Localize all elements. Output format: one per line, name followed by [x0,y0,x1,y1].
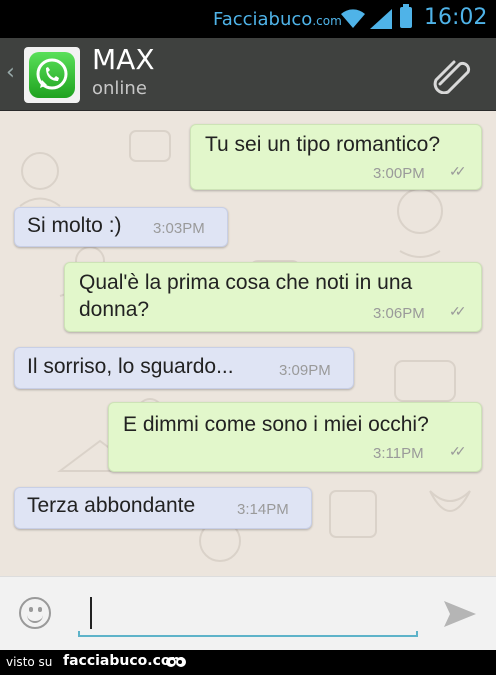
message-incoming[interactable]: Si molto :) 3:03PM [14,207,228,247]
wifi-icon [341,9,365,28]
message-input-bar [0,576,496,651]
message-text: Il sorriso, lo sguardo... [27,355,234,378]
signal-icon [370,9,392,29]
message-time: 3:14PM [237,501,289,518]
back-chevron-icon[interactable]: ‹ [6,60,15,85]
message-text: Tu sei un tipo romantico? [205,133,441,156]
double-check-icon: ✓✓ [449,303,467,319]
double-check-icon: ✓✓ [449,163,467,179]
message-text: Si molto :) [27,214,122,237]
message-text: Terza abbondante [27,494,196,517]
eyes-icon [166,657,186,667]
message-time: 3:09PM [279,362,331,379]
message-time: 3:03PM [153,220,205,237]
message-incoming[interactable]: Terza abbondante 3:14PM [14,487,312,529]
conversation-header[interactable]: ‹ MAX online [0,38,496,111]
brand-name: Facciabuco [213,9,313,30]
message-time: 3:00PM [373,165,425,182]
status-bar: Facciabuco.com 16:02 [0,0,496,38]
input-underline [78,631,418,637]
message-outgoing[interactable]: Qual'è la prima cosa che noti in una don… [64,262,482,332]
message-outgoing[interactable]: Tu sei un tipo romantico? 3:00PM ✓✓ [190,124,482,190]
clock: 16:02 [424,5,488,30]
send-arrow-icon[interactable] [442,599,478,629]
contact-name[interactable]: MAX [92,43,155,76]
brand-suffix: .com [312,14,342,28]
text-cursor [90,597,92,629]
smiley-icon[interactable] [19,597,51,629]
message-text-line-1: Qual'è la prima cosa che noti in una [79,271,413,294]
footer-prefix: visto su [6,655,53,669]
message-text-line-2: donna? [79,298,150,321]
paperclip-icon[interactable] [430,54,476,94]
message-time: 3:06PM [373,305,425,322]
message-outgoing[interactable]: E dimmi come sono i miei occhi? 3:11PM ✓… [108,402,482,472]
brand-watermark: Facciabuco.com [213,9,342,30]
contact-status: online [92,78,147,99]
message-input[interactable] [78,593,422,639]
avatar[interactable] [24,47,80,103]
double-check-icon: ✓✓ [449,443,467,459]
message-incoming[interactable]: Il sorriso, lo sguardo... 3:09PM [14,347,354,389]
chat-area[interactable]: Tu sei un tipo romantico? 3:00PM ✓✓ Si m… [0,111,496,576]
whatsapp-logo-icon [29,52,75,98]
message-text: E dimmi come sono i miei occhi? [123,413,429,436]
battery-icon [400,4,412,28]
footer-watermark: visto su facciabuco.com [0,650,496,675]
message-time: 3:11PM [373,445,424,462]
